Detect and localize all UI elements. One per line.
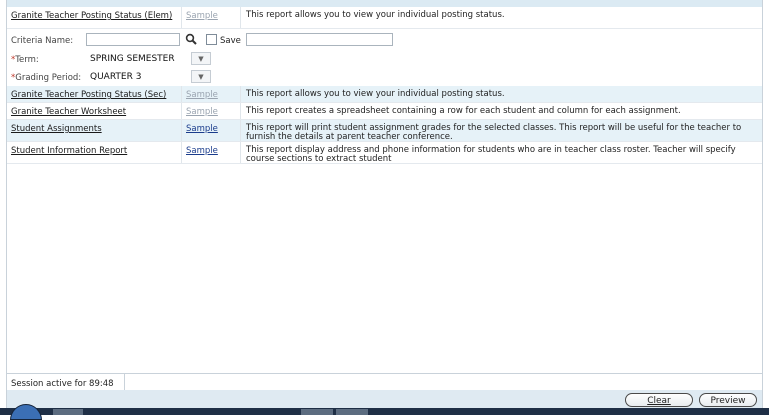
taskbar-button[interactable]	[301, 409, 333, 415]
report-row-teacher-worksheet: Granite Teacher Worksheet Sample This re…	[7, 103, 762, 120]
report-description: This report allows you to view your indi…	[246, 89, 505, 99]
report-link-student-information[interactable]: Student Information Report	[11, 146, 127, 156]
sample-link-student-assignments[interactable]: Sample	[186, 124, 218, 134]
report-description: This report allows you to view your indi…	[246, 10, 505, 20]
save-checkbox[interactable]	[206, 34, 217, 45]
grading-period-label: *Grading Period:	[11, 73, 82, 83]
sample-link-teacher-worksheet[interactable]: Sample	[186, 107, 218, 117]
report-link-teacher-worksheet[interactable]: Granite Teacher Worksheet	[11, 107, 126, 117]
report-description: This report display address and phone in…	[246, 145, 736, 164]
report-link-posting-status-elem[interactable]: Granite Teacher Posting Status (Elem)	[11, 11, 172, 21]
report-row-student-assignments: Student Assignments Sample This report w…	[7, 120, 762, 142]
taskbar-button[interactable]	[336, 409, 368, 415]
sample-link-posting-status-sec[interactable]: Sample	[186, 90, 218, 100]
report-link-posting-status-sec[interactable]: Granite Teacher Posting Status (Sec)	[11, 90, 166, 100]
report-panel: Granite Teacher Posting Status (Elem) Sa…	[6, 0, 763, 415]
report-row-posting-status-elem: Granite Teacher Posting Status (Elem) Sa…	[7, 7, 762, 29]
criteria-name-label: Criteria Name:	[11, 36, 74, 46]
sample-link-posting-status-elem[interactable]: Sample	[186, 11, 218, 21]
grading-period-dropdown-chevron-icon[interactable]: ▼	[191, 70, 211, 83]
report-description: This report will print student assignmen…	[246, 123, 742, 142]
taskbar-button[interactable]	[53, 409, 83, 415]
term-label: *Term:	[11, 55, 39, 65]
criteria-name-row: Criteria Name: Save	[7, 31, 762, 50]
term-row: *Term: SPRING SEMESTER ▼	[7, 50, 762, 69]
session-status: Session active for 89:48	[7, 374, 125, 391]
criteria-name-input[interactable]	[86, 33, 180, 46]
report-row-student-information: Student Information Report Sample This r…	[7, 142, 762, 164]
saved-criteria-select[interactable]	[246, 33, 393, 46]
report-description: This report creates a spreadsheet contai…	[246, 106, 681, 116]
save-label: Save	[220, 36, 241, 46]
preview-button[interactable]: Preview	[699, 393, 757, 407]
grading-period-row: *Grading Period: QUARTER 3 ▼	[7, 68, 762, 87]
top-strip	[7, 0, 762, 7]
grading-period-value[interactable]: QUARTER 3	[90, 72, 141, 82]
report-link-student-assignments[interactable]: Student Assignments	[11, 124, 102, 134]
clear-button[interactable]: Clear	[625, 393, 693, 407]
taskbar	[0, 408, 769, 415]
search-icon[interactable]	[184, 33, 200, 46]
sample-link-student-information[interactable]: Sample	[186, 146, 218, 156]
term-dropdown-chevron-icon[interactable]: ▼	[191, 52, 211, 65]
report-row-posting-status-sec: Granite Teacher Posting Status (Sec) Sam…	[7, 86, 762, 103]
status-bar: Session active for 89:48	[7, 373, 762, 391]
term-value[interactable]: SPRING SEMESTER	[90, 54, 175, 64]
button-bar: Clear Preview	[7, 390, 762, 410]
